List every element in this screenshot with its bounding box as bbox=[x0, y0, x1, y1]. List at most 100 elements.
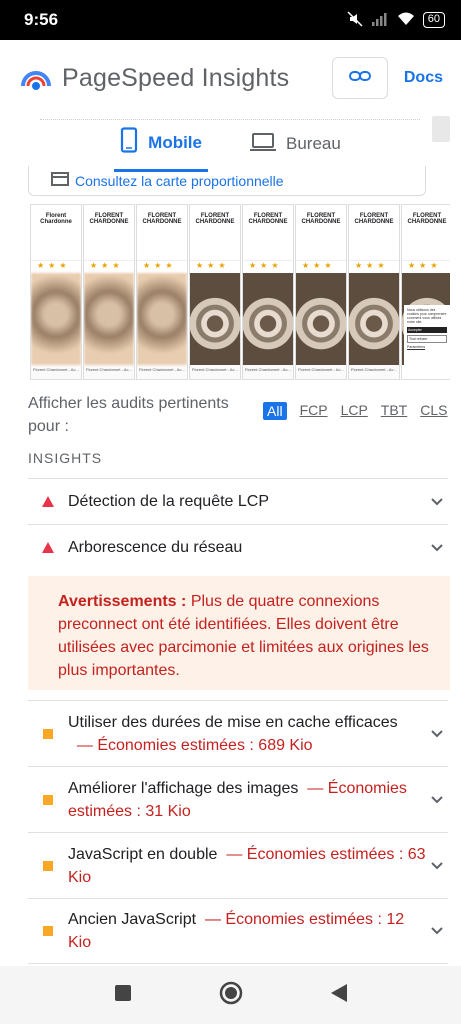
frame-hero-image bbox=[190, 273, 240, 365]
frame-hero-image bbox=[296, 273, 346, 365]
chevron-down-icon bbox=[426, 927, 448, 935]
frame-stars: ★★★ bbox=[355, 261, 389, 270]
frame-footer: Florent Chardonnet - Ac... bbox=[190, 365, 240, 379]
home-circle-icon[interactable] bbox=[219, 981, 243, 1010]
audit-row-legacy-js[interactable]: Ancien JavaScript — Économies estimées :… bbox=[28, 898, 448, 964]
filmstrip-frame: FLORENT CHARDONNE ★★★ Florent Chardonnet… bbox=[348, 204, 400, 380]
recents-square-icon[interactable] bbox=[114, 984, 132, 1007]
audit-row-images[interactable]: Améliorer l'affichage des images — Écono… bbox=[28, 766, 448, 832]
consent-text: Nous utilisons des cookies pour comprend… bbox=[407, 308, 447, 324]
share-link-button[interactable] bbox=[331, 57, 388, 99]
frame-stars: ★★★ bbox=[196, 261, 230, 270]
filmstrip-frame: Florent Chardonne ★★★ Florent Chardonnet… bbox=[30, 204, 82, 380]
frame-header: FLORENT CHARDONNE bbox=[402, 205, 450, 261]
average-square-icon bbox=[28, 860, 68, 871]
tab-mobile[interactable]: Mobile bbox=[114, 116, 208, 172]
audit-text: Utiliser des durées de mise en cache eff… bbox=[68, 711, 426, 757]
fail-triangle-icon bbox=[28, 542, 68, 553]
frame-header: FLORENT CHARDONNE bbox=[137, 205, 187, 261]
battery-icon: 60 bbox=[422, 12, 445, 28]
back-triangle-icon[interactable] bbox=[330, 983, 348, 1008]
frame-header: Florent Chardonne bbox=[31, 205, 81, 261]
filter-chip-cls[interactable]: CLS bbox=[420, 402, 447, 420]
filter-chips: All FCP LCP TBT CLS bbox=[263, 402, 447, 420]
link-icon bbox=[348, 69, 371, 88]
frame-hero-image bbox=[349, 273, 399, 365]
frame-footer: Florent Chardonnet - Ac... bbox=[296, 365, 346, 379]
average-square-icon bbox=[28, 728, 68, 739]
app-title: PageSpeed Insights bbox=[62, 63, 290, 92]
audit-title: Arborescence du réseau bbox=[68, 539, 243, 556]
filter-chip-lcp[interactable]: LCP bbox=[341, 402, 368, 420]
filter-chip-all[interactable]: All bbox=[263, 402, 287, 420]
audit-title: Utiliser des durées de mise en cache eff… bbox=[68, 713, 398, 731]
filmstrip-frame: FLORENT CHARDONNE ★★★ Florent Chardonnet… bbox=[189, 204, 241, 380]
audit-filter: Afficher les audits pertinents pour : Al… bbox=[28, 388, 448, 438]
treemap-icon bbox=[51, 172, 69, 189]
cookie-consent-overlay: Nous utilisons des cookies pour comprend… bbox=[404, 305, 450, 377]
warning-title: Avertissements : bbox=[58, 593, 187, 610]
audit-row-lcp-request[interactable]: Détection de la requête LCP bbox=[28, 478, 448, 524]
audit-title: Améliorer l'affichage des images bbox=[68, 779, 299, 797]
warning-box: Avertissements : Plus de quatre connexio… bbox=[28, 576, 450, 690]
filter-chip-fcp[interactable]: FCP bbox=[300, 402, 328, 420]
audit-savings: — Économies estimées : 689 Kio bbox=[76, 736, 313, 754]
frame-footer: Florent Chardonnet - Ac... bbox=[137, 365, 187, 379]
docs-link[interactable]: Docs bbox=[404, 69, 443, 87]
status-icons: 60 bbox=[347, 10, 445, 30]
consent-refuse: Tout refuser bbox=[407, 335, 447, 343]
filmstrip-frame: FLORENT CHARDONNE ★★★ Nous utilisons des… bbox=[401, 204, 450, 380]
filter-chip-tbt[interactable]: TBT bbox=[381, 402, 407, 420]
frame-header: FLORENT CHARDONNE bbox=[243, 205, 293, 261]
frame-footer: Florent Chardonnet - Ac... bbox=[243, 365, 293, 379]
fail-triangle-icon bbox=[28, 496, 68, 507]
frame-header: FLORENT CHARDONNE bbox=[296, 205, 346, 261]
frame-hero-image bbox=[243, 273, 293, 365]
insights-header: INSIGHTS bbox=[28, 450, 103, 466]
frame-hero-image bbox=[84, 273, 134, 365]
frame-stars: ★★★ bbox=[143, 261, 177, 270]
signal-icon bbox=[371, 12, 389, 29]
consent-params: Paramètres bbox=[407, 345, 426, 349]
frame-footer: Florent Chardonnet - Ac... bbox=[349, 365, 399, 379]
status-time: 9:56 bbox=[24, 10, 59, 29]
chevron-down-icon bbox=[426, 729, 448, 738]
status-bar: 9:56 60 bbox=[0, 0, 461, 40]
wifi-icon bbox=[397, 12, 415, 29]
consent-accept: Accepter bbox=[407, 327, 447, 333]
audit-row-cache[interactable]: Utiliser des durées de mise en cache eff… bbox=[28, 700, 448, 766]
tab-desktop[interactable]: Bureau bbox=[244, 116, 347, 172]
treemap-button[interactable]: Consultez la carte proportionnelle bbox=[28, 166, 426, 196]
average-square-icon bbox=[28, 926, 68, 936]
pagespeed-logo-icon bbox=[20, 62, 52, 94]
chevron-down-icon bbox=[426, 497, 448, 506]
chevron-down-icon bbox=[426, 795, 448, 804]
report-content[interactable]: Mobile Bureau Consultez la carte proport… bbox=[0, 116, 461, 966]
app-bar: PageSpeed Insights Docs bbox=[0, 40, 461, 116]
audit-text: Améliorer l'affichage des images — Écono… bbox=[68, 777, 426, 823]
frame-hero-image bbox=[137, 273, 187, 365]
audit-row-duplicate-js[interactable]: JavaScript en double — Économies estimée… bbox=[28, 832, 448, 898]
chevron-down-icon bbox=[426, 543, 448, 552]
frame-stars: ★★★ bbox=[249, 261, 283, 270]
audit-row-network-tree[interactable]: Arborescence du réseau bbox=[28, 524, 448, 570]
mute-icon bbox=[347, 10, 363, 30]
audit-title: JavaScript en double bbox=[68, 845, 218, 863]
frame-header: FLORENT CHARDONNE bbox=[84, 205, 134, 261]
smartphone-icon bbox=[120, 127, 138, 158]
audit-title: Ancien JavaScript bbox=[68, 911, 197, 928]
filmstrip-frame: FLORENT CHARDONNE ★★★ Florent Chardonnet… bbox=[295, 204, 347, 380]
frame-header: FLORENT CHARDONNE bbox=[349, 205, 399, 261]
filmstrip-frame: FLORENT CHARDONNE ★★★ Florent Chardonnet… bbox=[136, 204, 188, 380]
audit-title: Détection de la requête LCP bbox=[68, 493, 270, 510]
frame-stars: ★★★ bbox=[90, 261, 124, 270]
filmstrip: Florent Chardonne ★★★ Florent Chardonnet… bbox=[30, 204, 450, 380]
laptop-icon bbox=[250, 132, 276, 157]
tab-mobile-label: Mobile bbox=[148, 132, 202, 152]
audit-text: Ancien JavaScript — Économies estimées :… bbox=[68, 908, 426, 954]
frame-header: FLORENT CHARDONNE bbox=[190, 205, 240, 261]
tab-desktop-label: Bureau bbox=[286, 134, 341, 153]
frame-stars: ★★★ bbox=[302, 261, 336, 270]
frame-stars: ★★★ bbox=[408, 261, 442, 270]
chevron-down-icon bbox=[426, 861, 448, 870]
